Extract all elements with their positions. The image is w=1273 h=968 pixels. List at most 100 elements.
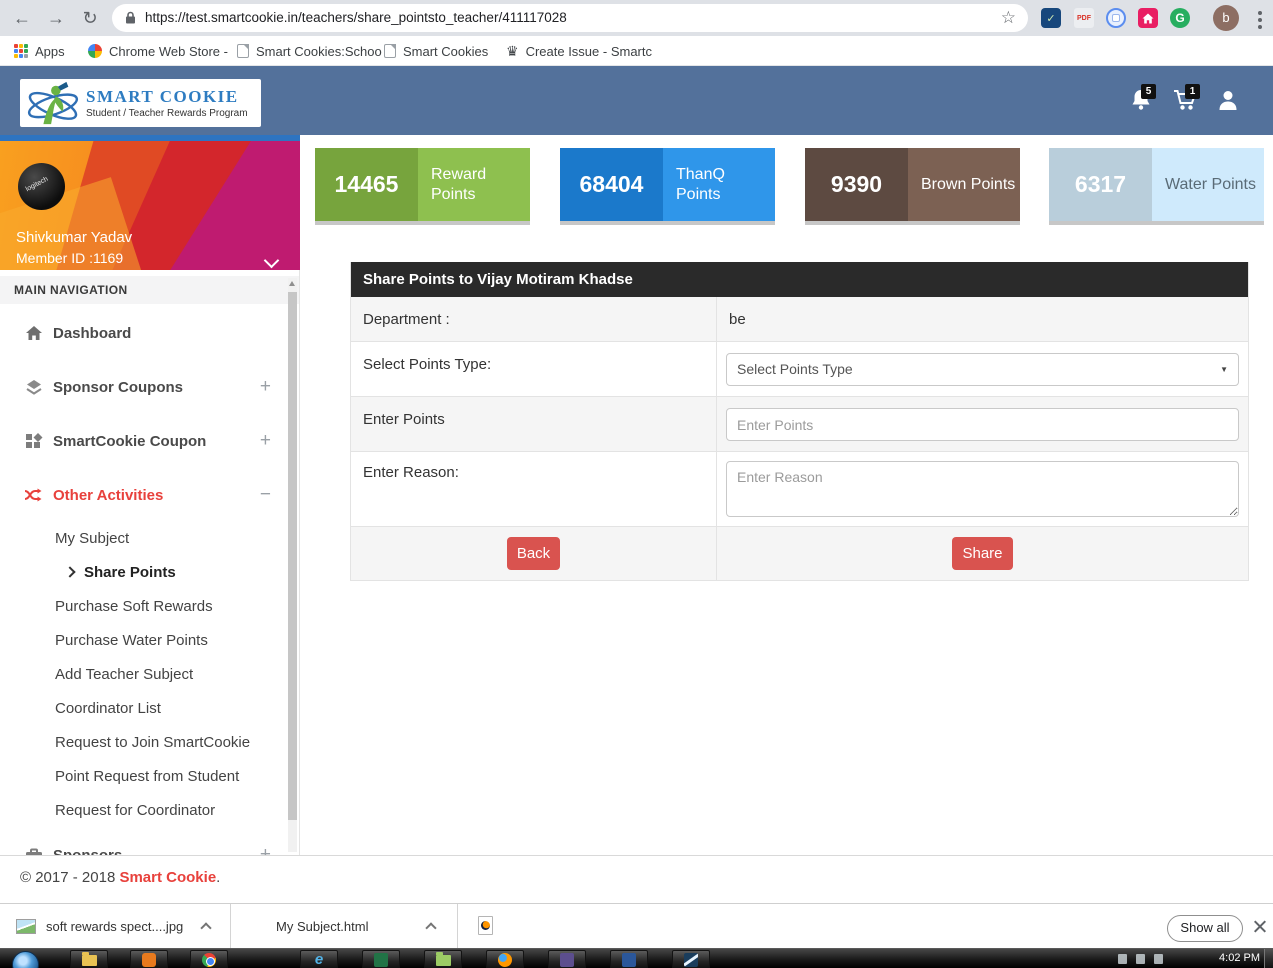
sidebar-item-dashboard[interactable]: Dashboard	[0, 306, 299, 360]
brand-logo[interactable]: SMART COOKIE Student / Teacher Rewards P…	[20, 79, 261, 127]
taskbar-orange-app-icon[interactable]	[130, 950, 168, 968]
taskbar-firefox-icon[interactable]	[486, 950, 524, 968]
close-downloads-icon[interactable]	[1252, 919, 1267, 934]
sidebar-item-other-activities[interactable]: Other Activities −	[0, 468, 299, 522]
back-icon[interactable]: ←	[8, 4, 36, 32]
sidebar-item-sponsor-coupons[interactable]: Sponsor Coupons +	[0, 360, 299, 414]
actions-row: Back Share	[351, 527, 1248, 580]
share-button[interactable]: Share	[952, 537, 1013, 570]
html-file-icon	[478, 916, 493, 935]
bookmark-star-icon[interactable]: ☆	[1001, 4, 1016, 32]
thanq-points-card: 68404 ThanQ Points	[560, 148, 775, 225]
brown-points-card: 9390 Brown Points	[805, 148, 1020, 225]
expand-plus-icon: +	[260, 376, 271, 398]
bookmark-label: Apps	[35, 44, 65, 59]
taskbar-java-icon[interactable]	[548, 950, 586, 968]
bookmark-smartcookies[interactable]: Smart Cookies	[384, 36, 488, 66]
taskbar-explorer-icon[interactable]	[70, 950, 108, 968]
taskbar-excel-icon[interactable]	[362, 950, 400, 968]
share-points-panel: Share Points to Vijay Motiram Khadse Dep…	[350, 262, 1249, 581]
card-label: ThanQ Points	[663, 148, 775, 221]
footer-brand: Smart Cookie	[119, 869, 216, 886]
sidebar-subitem-share-points[interactable]: Share Points	[0, 556, 299, 590]
extension-check-icon[interactable]: ✓	[1041, 8, 1061, 28]
browser-profile-avatar[interactable]: b	[1213, 5, 1239, 31]
cart-badge: 1	[1185, 84, 1200, 99]
card-label: Reward Points	[418, 148, 530, 221]
bookmark-smartcookies-school[interactable]: Smart Cookies:Schoo	[237, 36, 382, 66]
tray-icon[interactable]	[1154, 954, 1163, 964]
reason-textarea[interactable]	[726, 461, 1239, 517]
taskbar-word-icon[interactable]	[610, 950, 648, 968]
user-name: Shivkumar Yadav	[16, 229, 132, 246]
bookmark-apps[interactable]: Apps	[14, 36, 65, 66]
download-filename: soft rewards spect....jpg	[46, 904, 183, 949]
expand-plus-icon: +	[260, 844, 271, 855]
chevron-down-icon: ▼	[1220, 354, 1228, 385]
avatar-text: logitech	[25, 176, 50, 194]
sidebar-item-smartcookie-coupon[interactable]: SmartCookie Coupon +	[0, 414, 299, 468]
taskbar-ie-icon[interactable]: e	[300, 950, 338, 968]
show-desktop-button[interactable]	[1264, 949, 1273, 968]
footer-suffix: .	[216, 869, 220, 886]
water-points-card: 6317 Water Points	[1049, 148, 1264, 225]
extension-pdf-icon[interactable]: PDF	[1074, 8, 1094, 28]
nav-section-title: MAIN NAVIGATION	[0, 276, 299, 304]
sidebar-item-sponsors-clipped: Sponsors +	[0, 835, 299, 855]
user-account-icon[interactable]	[1217, 89, 1239, 116]
image-file-icon	[16, 919, 36, 934]
tray-icon[interactable]	[1136, 954, 1145, 964]
page-footer: © 2017 - 2018 Smart Cookie.	[0, 855, 1273, 900]
webstore-icon	[88, 44, 102, 58]
start-button[interactable]	[12, 951, 39, 968]
chevron-up-icon[interactable]	[200, 922, 211, 933]
points-type-select[interactable]: Select Points Type ▼	[726, 353, 1239, 386]
enter-points-row: Enter Points	[351, 397, 1248, 452]
reload-icon[interactable]: ↻	[76, 4, 104, 32]
bookmark-label: Smart Cookies:Schoo	[256, 44, 382, 59]
extension-stamp-icon[interactable]	[1106, 8, 1126, 28]
extension-grammarly-icon[interactable]: G	[1170, 8, 1190, 28]
sidebar-item-sponsors[interactable]: Sponsors +	[0, 835, 299, 855]
reward-points-card: 14465 Reward Points	[315, 148, 530, 225]
bookmark-create-issue[interactable]: ♛ Create Issue - Smartc	[506, 36, 652, 66]
points-input[interactable]	[726, 408, 1239, 441]
notifications-badge: 5	[1141, 84, 1156, 99]
sidebar-subitem-purchase-soft-rewards[interactable]: Purchase Soft Rewards	[0, 590, 299, 624]
chevron-up-icon[interactable]	[425, 922, 436, 933]
collapse-minus-icon: −	[260, 484, 271, 506]
back-button[interactable]: Back	[507, 537, 560, 570]
sidebar-subitem-purchase-water-points[interactable]: Purchase Water Points	[0, 624, 299, 658]
sidebar-item-label: Sponsors	[53, 847, 122, 856]
taskbar-folder-icon[interactable]	[424, 950, 462, 968]
bookmark-webstore[interactable]: Chrome Web Store -	[88, 36, 228, 66]
download-item-jpg[interactable]: soft rewards spect....jpg	[0, 904, 230, 949]
grid-icon	[24, 433, 44, 449]
download-item-html[interactable]: My Subject.html	[231, 904, 457, 949]
tray-icon[interactable]	[1118, 954, 1127, 964]
bookmarks-bar: Apps Chrome Web Store - Smart Cookies:Sc…	[0, 36, 1273, 66]
scrollbar-thumb[interactable]	[288, 292, 297, 820]
sidebar-subitem-point-request[interactable]: Point Request from Student	[0, 760, 299, 794]
extension-home-icon[interactable]	[1138, 8, 1158, 28]
scroll-up-arrow-icon[interactable]	[289, 281, 295, 286]
layers-icon	[24, 379, 44, 395]
home-icon	[24, 325, 44, 341]
bookmark-label: Create Issue - Smartc	[526, 44, 652, 59]
sidebar-subitem-my-subject[interactable]: My Subject	[0, 522, 299, 556]
sidebar-subitem-add-teacher-subject[interactable]: Add Teacher Subject	[0, 658, 299, 692]
briefcase-icon	[24, 848, 44, 856]
browser-menu-icon[interactable]	[1250, 4, 1270, 32]
brand-tagline: Student / Teacher Rewards Program	[86, 108, 248, 119]
sidebar-subitem-request-coordinator[interactable]: Request for Coordinator	[0, 794, 299, 828]
show-all-button[interactable]: Show all	[1167, 915, 1243, 942]
forward-icon[interactable]: →	[42, 4, 70, 32]
sidebar-subitem-request-join[interactable]: Request to Join SmartCookie	[0, 726, 299, 760]
address-bar[interactable]: https://test.smartcookie.in/teachers/sha…	[112, 4, 1028, 32]
url-text: https://test.smartcookie.in/teachers/sha…	[145, 4, 995, 32]
taskbar-paint-icon[interactable]	[672, 950, 710, 968]
sidebar-scrollbar	[288, 278, 297, 852]
sidebar-subitem-coordinator-list[interactable]: Coordinator List	[0, 692, 299, 726]
taskbar-chrome-icon[interactable]	[190, 950, 228, 968]
expand-plus-icon: +	[260, 430, 271, 452]
